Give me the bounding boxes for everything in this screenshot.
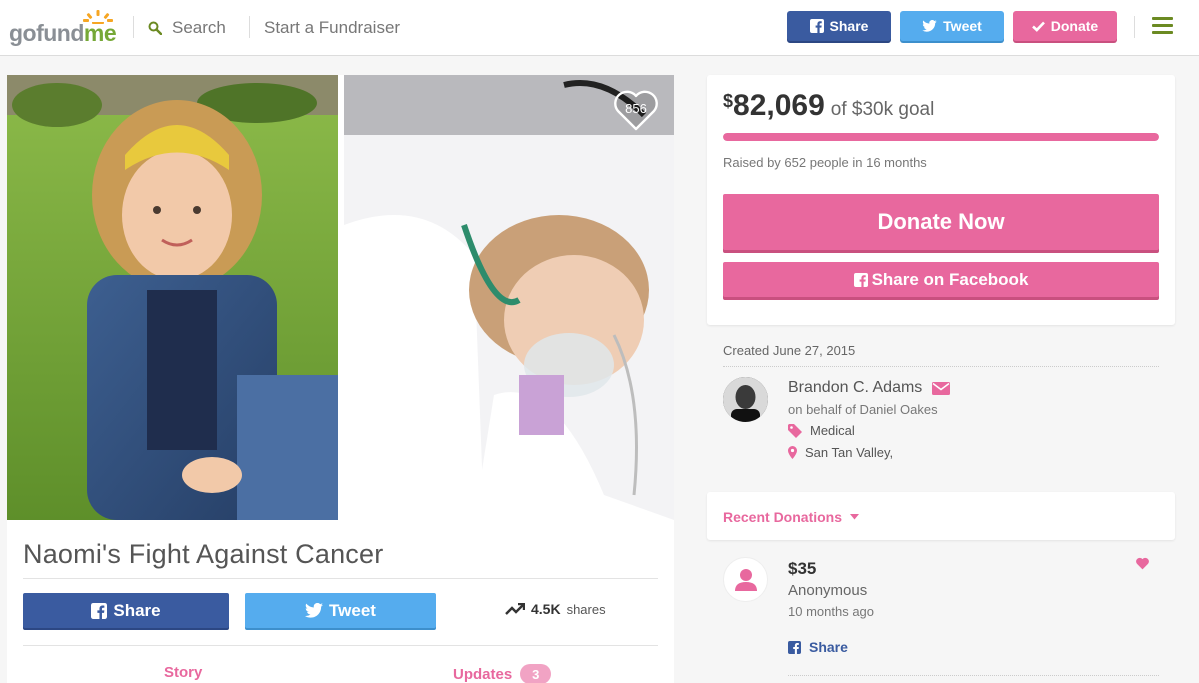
header-share-label: Share <box>829 18 869 34</box>
divider <box>23 645 658 646</box>
donation-amount: $35 <box>788 559 817 578</box>
search-label: Search <box>172 18 226 37</box>
campaign-share-label: Share <box>113 600 161 620</box>
recent-donations-label: Recent Donations <box>723 509 843 525</box>
amount-value: 82,069 <box>733 89 825 122</box>
organizer-name[interactable]: Brandon C. Adams <box>788 379 951 397</box>
category-label: Medical <box>810 423 855 438</box>
header-tweet-label: Tweet <box>943 18 982 34</box>
heart-count: 856 <box>625 101 647 116</box>
donation-heart-icon[interactable] <box>1135 557 1150 575</box>
tag-icon <box>788 423 802 438</box>
hamburger-menu-icon[interactable] <box>1152 17 1173 35</box>
recent-donations-title[interactable]: Recent Donations <box>723 509 860 525</box>
gofundme-logo[interactable]: gofundme <box>9 10 119 46</box>
search-link[interactable]: Search <box>148 17 226 39</box>
checkmark-icon <box>1031 21 1045 32</box>
created-date: Created June 27, 2015 <box>723 343 856 358</box>
share-on-facebook-label: Share on Facebook <box>871 269 1029 289</box>
organizer-avatar[interactable] <box>723 377 768 422</box>
shares-count: 4.5K shares <box>505 601 606 617</box>
updates-count-badge: 3 <box>520 664 552 683</box>
location-text: San Tan Valley, <box>788 445 893 460</box>
recent-donations-header[interactable]: Recent Donations <box>707 492 1175 540</box>
header-share-button[interactable]: Share <box>787 11 891 41</box>
category-link[interactable]: Medical <box>788 423 855 438</box>
twitter-icon <box>922 20 937 32</box>
progress-fill <box>723 133 1159 141</box>
header-donate-button[interactable]: Donate <box>1013 11 1117 41</box>
tab-updates[interactable]: Updates 3 <box>453 664 552 683</box>
tab-updates-label: Updates <box>453 665 513 683</box>
goal-card: $ 82,069 of $30k goal Raised by 652 peop… <box>707 75 1175 325</box>
on-behalf-text: on behalf of Daniel Oakes <box>788 402 938 417</box>
donor-name: Anonymous <box>788 582 868 599</box>
logo-wordmark: gofundme <box>9 20 117 46</box>
header-donate-label: Donate <box>1050 18 1099 34</box>
top-nav: gofundme Search Start a Fundraiser Share… <box>0 0 1199 56</box>
campaign-share-button[interactable]: Share <box>23 593 229 628</box>
header-tweet-button[interactable]: Tweet <box>900 11 1004 41</box>
shares-number: 4.5K <box>531 601 561 617</box>
facebook-icon <box>853 272 868 287</box>
campaign-tweet-button[interactable]: Tweet <box>245 593 436 628</box>
envelope-icon[interactable] <box>932 381 951 395</box>
donation-share-label: Share <box>809 639 848 655</box>
currency-symbol: $ <box>723 91 734 111</box>
donation-share-link[interactable]: Share <box>788 639 848 655</box>
facebook-icon <box>788 640 801 654</box>
location-label: San Tan Valley, <box>805 445 894 460</box>
organizer-name-text: Brandon C. Adams <box>788 379 923 396</box>
campaign-photo-girl <box>7 75 338 520</box>
campaign-photo-hospital <box>344 75 674 520</box>
map-pin-icon <box>788 446 797 459</box>
donor-avatar <box>723 557 768 602</box>
share-on-facebook-button[interactable]: Share on Facebook <box>723 262 1159 297</box>
donate-now-button[interactable]: Donate Now <box>723 194 1159 250</box>
heart-badge[interactable]: 856 <box>613 89 659 131</box>
divider <box>249 16 250 38</box>
twitter-icon <box>305 603 324 618</box>
shares-label: shares <box>566 601 606 617</box>
caret-down-icon <box>850 514 860 520</box>
amount-raised: $ 82,069 of $30k goal <box>723 89 934 123</box>
divider <box>1134 16 1135 38</box>
campaign-title: Naomi's Fight Against Cancer <box>23 539 384 569</box>
tab-story[interactable]: Story <box>164 664 202 681</box>
campaign-card: 856 Naomi's Fight Against Cancer Share T… <box>7 75 674 683</box>
trending-up-icon <box>505 603 525 615</box>
divider <box>23 578 658 579</box>
divider <box>788 675 1159 676</box>
goal-text: of $30k goal <box>830 99 935 120</box>
progress-bar <box>723 133 1159 141</box>
facebook-icon <box>809 19 824 33</box>
facebook-icon <box>91 602 108 619</box>
search-icon <box>148 21 162 35</box>
divider <box>133 16 134 38</box>
campaign-tweet-label: Tweet <box>329 600 376 620</box>
donation-time: 10 months ago <box>788 604 875 619</box>
raised-by-text: Raised by 652 people in 16 months <box>723 155 927 170</box>
start-fundraiser-link[interactable]: Start a Fundraiser <box>264 18 400 38</box>
divider <box>723 366 1159 367</box>
